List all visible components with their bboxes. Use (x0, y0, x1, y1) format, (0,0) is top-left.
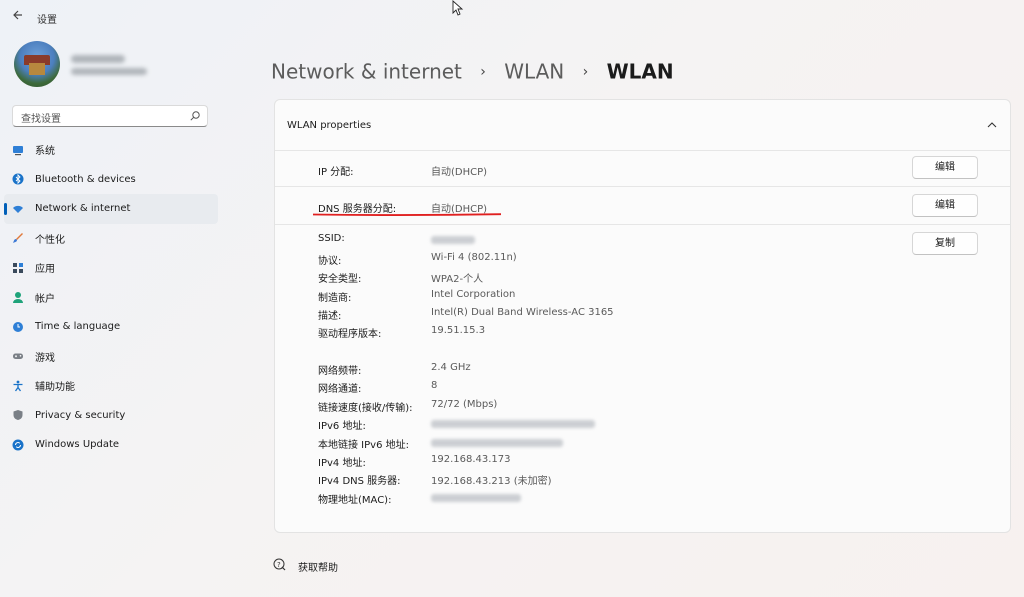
manufacturer-label: 制造商: (318, 293, 352, 304)
sidebar-item-accessibility[interactable]: 辅助功能 (4, 371, 218, 401)
driver-version-value: 19.51.15.3 (431, 325, 486, 336)
ssid-value-redacted (431, 236, 475, 244)
back-arrow-icon (13, 10, 22, 20)
sidebar-item-time-language[interactable]: Time & language (4, 312, 218, 342)
globe-clock-icon (13, 321, 23, 332)
chevron-right-icon: › (582, 63, 589, 80)
user-name-redacted (71, 55, 125, 63)
sidebar-item-bluetooth[interactable]: Bluetooth & devices (4, 165, 218, 195)
help-link[interactable]: 获取帮助 (298, 559, 338, 574)
ipv4-dns-label: IPv4 DNS 服务器: (318, 476, 401, 487)
chevron-right-icon: › (480, 63, 486, 80)
security-type-label: 安全类型: (318, 274, 362, 285)
sidebar-item-system[interactable]: 系统 (4, 135, 218, 165)
brush-icon (13, 233, 23, 244)
wlan-properties-card: WLAN properties (274, 99, 1011, 533)
ipv6-value-redacted (431, 420, 595, 428)
bluetooth-icon (12, 173, 24, 185)
band-value: 2.4 GHz (431, 362, 471, 373)
card-title: WLAN properties (287, 120, 372, 131)
sidebar-item-network[interactable]: Network & internet (4, 194, 218, 224)
ipv4-dns-value: 192.168.43.213 (未加密) (431, 476, 552, 487)
gamepad-icon (13, 353, 23, 360)
sidebar-item-accounts[interactable]: 帐户 (4, 283, 218, 313)
search-placeholder: 查找设置 (21, 114, 61, 125)
mac-label: 物理地址(MAC): (318, 495, 392, 506)
divider (275, 224, 1010, 225)
breadcrumb: Network & internet › WLAN › WLAN (271, 58, 674, 84)
link-local-ipv6-value-redacted (431, 439, 563, 447)
protocol-label: 协议: (318, 256, 342, 267)
description-label: 描述: (318, 311, 342, 322)
help-icon: ? (273, 558, 286, 571)
link-speed-value: 72/72 (Mbps) (431, 399, 498, 410)
card-header[interactable]: WLAN properties (275, 100, 1010, 151)
driver-version-label: 驱动程序版本: (318, 329, 382, 340)
sidebar-item-personalization[interactable]: 个性化 (4, 224, 218, 254)
sidebar-nav: 系统 Bluetooth & devices Network & interne… (4, 135, 218, 460)
edit-dns-button[interactable]: 编辑 (912, 194, 978, 217)
back-button[interactable] (9, 9, 27, 27)
manufacturer-value: Intel Corporation (431, 289, 516, 300)
system-icon (13, 145, 23, 155)
channel-value: 8 (431, 380, 438, 391)
ipv4-label: IPv4 地址: (318, 458, 366, 469)
accessibility-icon (13, 380, 23, 392)
ssid-label: SSID: (318, 233, 345, 244)
page-title: WLAN (606, 59, 674, 84)
shield-icon (13, 410, 23, 421)
update-icon (12, 439, 24, 451)
sidebar-item-gaming[interactable]: 游戏 (4, 342, 218, 372)
link-local-ipv6-label: 本地链接 IPv6 地址: (318, 440, 409, 451)
sidebar-item-privacy[interactable]: Privacy & security (4, 401, 218, 431)
chevron-up-icon[interactable] (986, 119, 998, 131)
ip-assign-label: IP 分配: (318, 167, 354, 178)
apps-icon (13, 262, 23, 273)
red-underline-annotation (312, 213, 502, 216)
ipv4-value: 192.168.43.173 (431, 454, 511, 465)
search-icon (190, 111, 200, 121)
search-input[interactable]: 查找设置 (12, 105, 208, 127)
description-value: Intel(R) Dual Band Wireless-AC 3165 (431, 307, 614, 318)
security-type-value: WPA2-个人 (431, 274, 484, 285)
mouse-cursor-icon (452, 0, 464, 16)
link-speed-label: 链接速度(接收/传输): (318, 403, 413, 414)
app-title: 设置 (37, 15, 57, 26)
account-icon (13, 292, 23, 304)
band-label: 网络频带: (318, 366, 362, 377)
copy-button[interactable]: 复制 (912, 232, 978, 255)
sidebar-item-windows-update[interactable]: Windows Update (4, 430, 218, 460)
channel-label: 网络通道: (318, 384, 362, 395)
avatar[interactable] (14, 41, 60, 87)
ip-assign-value: 自动(DHCP) (431, 167, 488, 178)
mac-value-redacted (431, 494, 521, 502)
breadcrumb-network[interactable]: Network & internet (271, 60, 462, 84)
breadcrumb-wlan[interactable]: WLAN (504, 60, 564, 84)
sidebar-item-apps[interactable]: 应用 (4, 253, 218, 283)
wifi-icon (13, 205, 23, 213)
protocol-value: Wi-Fi 4 (802.11n) (431, 252, 517, 263)
title-bar: 设置 (0, 0, 1024, 36)
svg-text:?: ? (277, 561, 281, 569)
divider (275, 186, 1010, 187)
user-email-redacted (71, 68, 147, 75)
ipv6-label: IPv6 地址: (318, 421, 366, 432)
edit-ip-button[interactable]: 编辑 (912, 156, 978, 179)
